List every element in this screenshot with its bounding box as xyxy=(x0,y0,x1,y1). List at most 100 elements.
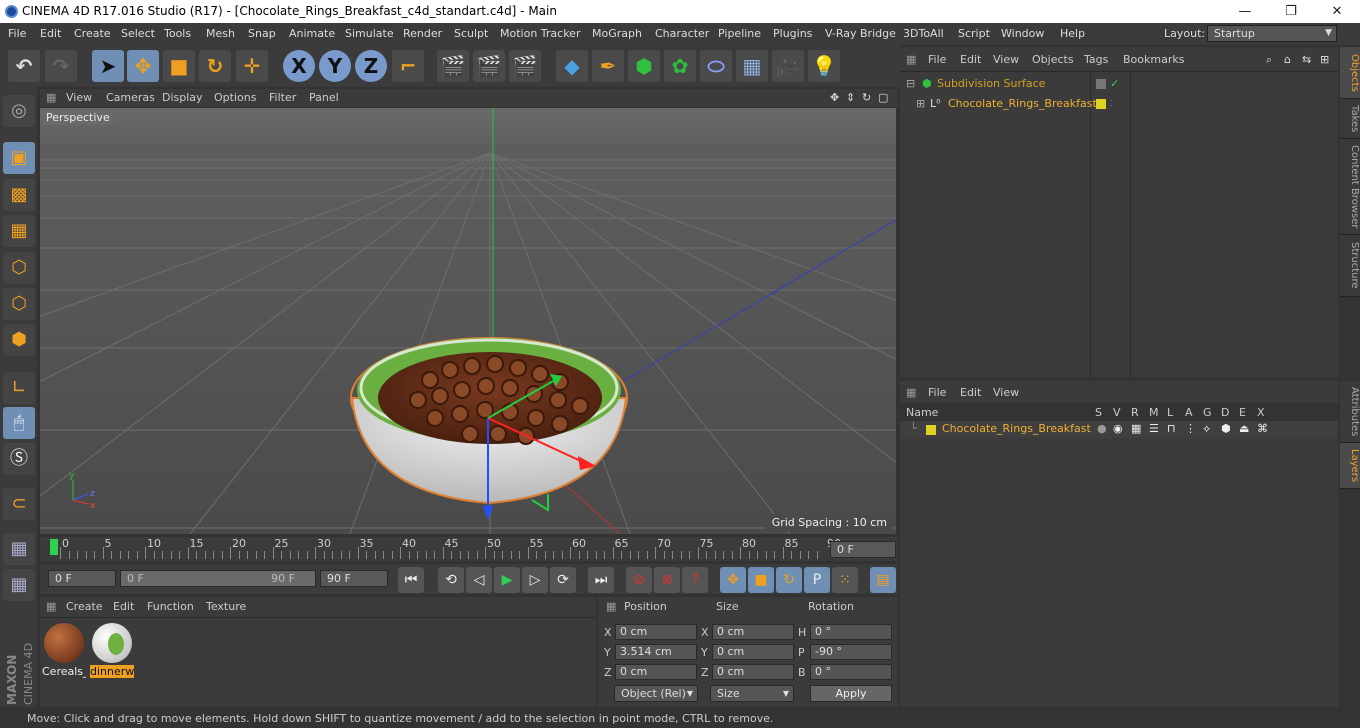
rot-p-field[interactable]: -90 ° xyxy=(810,644,892,660)
objmgr-menu-tags[interactable]: Tags xyxy=(1084,53,1108,66)
column-solo[interactable]: S xyxy=(1095,406,1102,419)
size-z-field[interactable]: 0 cm xyxy=(712,664,794,680)
menu-create[interactable]: Create xyxy=(74,23,111,45)
y-axis-lock-button[interactable]: Y xyxy=(319,50,351,82)
material-swatch-cereals[interactable]: Cereals_ xyxy=(42,621,86,679)
edges-mode-icon[interactable]: ⬡ xyxy=(3,288,35,320)
home-icon[interactable]: ⌂ xyxy=(1284,53,1291,66)
subdivision-surface-icon[interactable]: ⬢ xyxy=(628,50,660,82)
key-position-icon[interactable]: ✥ xyxy=(720,567,746,593)
coordinate-system-icon[interactable]: ⌐ xyxy=(392,50,424,82)
keyframe-selection-icon[interactable]: ? xyxy=(682,567,708,593)
maximize-button[interactable]: ❐ xyxy=(1268,0,1314,23)
viewport-zoom-icon[interactable]: ⇕ xyxy=(846,89,855,107)
timeline-ruler[interactable]: 051015202530354045505560657075808590 0 F xyxy=(40,537,898,561)
start-frame-field[interactable]: 0 F xyxy=(48,570,116,587)
column-generators[interactable]: G xyxy=(1203,406,1212,419)
menu-pipeline[interactable]: Pipeline xyxy=(718,23,761,45)
viewport-menu-view[interactable]: View xyxy=(66,89,92,107)
material-menu-texture[interactable]: Texture xyxy=(206,600,246,613)
column-locked[interactable]: L xyxy=(1167,406,1173,419)
material-menu-function[interactable]: Function xyxy=(147,600,194,613)
lock-icon[interactable]: ⊓ xyxy=(1167,422,1176,435)
column-visible[interactable]: V xyxy=(1113,406,1121,419)
play-icon[interactable]: ▶ xyxy=(494,567,520,593)
objmgr-menu-edit[interactable]: Edit xyxy=(960,53,981,66)
z-axis-lock-button[interactable]: Z xyxy=(355,50,387,82)
layout-select[interactable]: Startup ▼ xyxy=(1207,25,1337,42)
key-rotation-icon[interactable]: ↻ xyxy=(776,567,802,593)
end-frame-field[interactable]: 90 F xyxy=(320,570,388,587)
menu-snap[interactable]: Snap xyxy=(248,23,276,45)
autokeying-icon[interactable]: ⊛ xyxy=(654,567,680,593)
new-panel-icon[interactable]: ⊞ xyxy=(1320,53,1329,66)
deformer-icon[interactable]: ⬢ xyxy=(1221,422,1231,435)
key-pla-icon[interactable]: ⁙ xyxy=(832,567,858,593)
key-scale-icon[interactable]: ■ xyxy=(748,567,774,593)
next-key-icon[interactable]: ⟳ xyxy=(550,567,576,593)
objmgr-menu-bookmarks[interactable]: Bookmarks xyxy=(1123,53,1184,66)
column-manager[interactable]: M xyxy=(1149,406,1159,419)
column-expressions[interactable]: E xyxy=(1239,406,1246,419)
camera-icon[interactable]: 🎥 xyxy=(772,50,804,82)
menu-window[interactable]: Window xyxy=(1001,23,1044,45)
eye-icon[interactable]: ◉ xyxy=(1113,422,1123,435)
menu-3dtoall[interactable]: 3DToAll xyxy=(903,23,944,45)
rot-h-field[interactable]: 0 ° xyxy=(810,624,892,640)
close-button[interactable]: ✕ xyxy=(1314,0,1360,23)
minimize-button[interactable]: — xyxy=(1222,0,1268,23)
make-editable-icon[interactable]: ◎ xyxy=(3,95,35,127)
menu-sculpt[interactable]: Sculpt xyxy=(454,23,488,45)
size-mode-select[interactable]: Size ▼ xyxy=(710,685,794,702)
viewport-menu-options[interactable]: Options xyxy=(214,89,256,107)
3d-viewport[interactable]: y z x Perspective Grid Spacing : 10 cm xyxy=(40,108,896,534)
solo-dot-icon[interactable]: ● xyxy=(1097,422,1107,435)
menu-mograph[interactable]: MoGraph xyxy=(592,23,642,45)
menu-animate[interactable]: Animate xyxy=(289,23,335,45)
viewport-menu-cameras[interactable]: Cameras xyxy=(106,89,155,107)
checkmark-icon[interactable]: ✓ xyxy=(1110,74,1119,94)
record-keys-icon[interactable]: ⊘ xyxy=(626,567,652,593)
recent-tool-move-icon[interactable]: ✛ xyxy=(236,50,268,82)
menu-script[interactable]: Script xyxy=(958,23,990,45)
menu-character[interactable]: Character xyxy=(655,23,709,45)
rot-b-field[interactable]: 0 ° xyxy=(810,664,892,680)
objmgr-menu-objects[interactable]: Objects xyxy=(1032,53,1074,66)
layer-color-swatch[interactable] xyxy=(1096,99,1106,109)
playhead-marker[interactable] xyxy=(50,539,58,555)
previous-frame-icon[interactable]: ◁ xyxy=(466,567,492,593)
magnet-icon[interactable]: ⊂ xyxy=(3,488,35,520)
column-xref[interactable]: X xyxy=(1257,406,1265,419)
points-mode-icon[interactable]: ⬡ xyxy=(3,252,35,284)
frame-range-slider[interactable]: 0 F 90 F xyxy=(120,570,316,587)
menu-mesh[interactable]: Mesh xyxy=(206,23,235,45)
next-frame-icon[interactable]: ▷ xyxy=(522,567,548,593)
tweak-mode-icon[interactable]: 🖱 xyxy=(3,407,35,439)
size-y-field[interactable]: 0 cm xyxy=(712,644,794,660)
rotate-icon[interactable]: ↻ xyxy=(199,50,231,82)
key-parameter-button[interactable]: P xyxy=(804,567,830,593)
workplane-mode-icon[interactable]: ▦ xyxy=(3,215,35,247)
axis-mode-icon[interactable]: ∟ xyxy=(3,372,35,404)
move-icon[interactable]: ✥ xyxy=(127,50,159,82)
snapping-icon[interactable]: Ⓢ xyxy=(3,443,35,475)
search-icon[interactable]: ⌕ xyxy=(1266,53,1272,67)
menu-edit[interactable]: Edit xyxy=(40,23,61,45)
x-axis-lock-button[interactable]: X xyxy=(283,50,315,82)
render-view-icon[interactable]: 🎬 xyxy=(437,50,469,82)
menu-vray-bridge[interactable]: V-Ray Bridge xyxy=(825,23,896,45)
tab-structure[interactable]: Structure xyxy=(1340,235,1360,297)
layermgr-menu-edit[interactable]: Edit xyxy=(960,386,981,399)
menu-help[interactable]: Help xyxy=(1060,23,1085,45)
column-render[interactable]: R xyxy=(1131,406,1139,419)
size-x-field[interactable]: 0 cm xyxy=(712,624,794,640)
object-row-subdivision-surface[interactable]: ⊟ ⬢ Subdivision Surface ✓ xyxy=(902,74,1130,94)
generator-icon[interactable]: ⟡ xyxy=(1203,422,1210,436)
scale-icon[interactable]: ■ xyxy=(163,50,195,82)
menu-select[interactable]: Select xyxy=(121,23,155,45)
mograph-cloner-icon[interactable]: ✿ xyxy=(664,50,696,82)
objmgr-menu-file[interactable]: File xyxy=(928,53,946,66)
material-menu-create[interactable]: Create xyxy=(66,600,103,613)
column-deformers[interactable]: D xyxy=(1221,406,1229,419)
objmgr-menu-view[interactable]: View xyxy=(993,53,1019,66)
